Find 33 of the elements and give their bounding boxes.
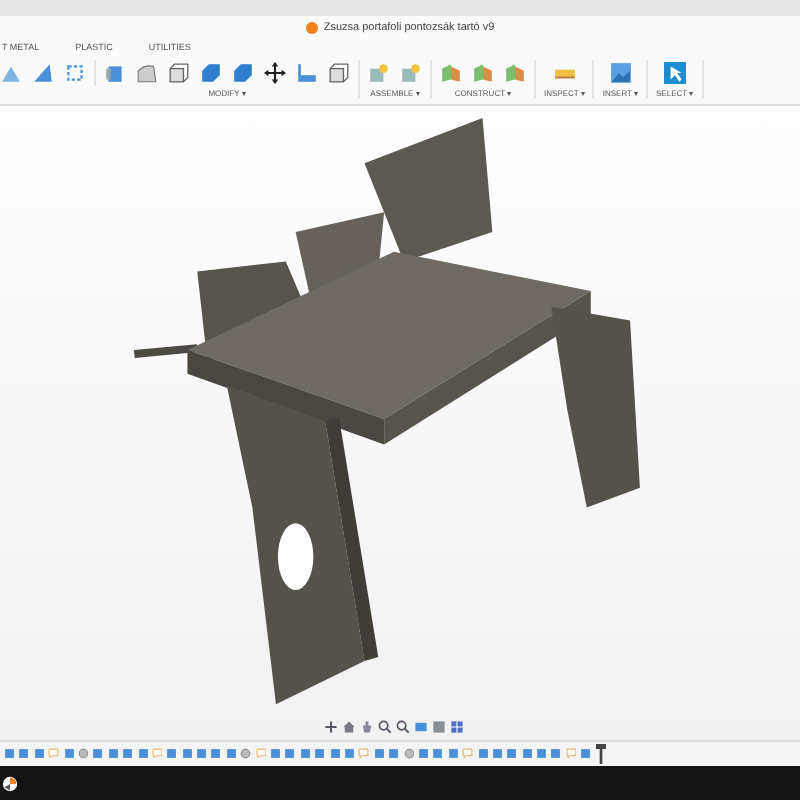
pan-icon[interactable] xyxy=(360,720,374,734)
home-icon[interactable] xyxy=(342,720,356,734)
sheet-icon[interactable] xyxy=(32,62,54,84)
plane-icon[interactable] xyxy=(440,62,462,84)
block-icon[interactable] xyxy=(104,62,126,84)
align-icon[interactable] xyxy=(296,62,318,84)
corner-icon[interactable] xyxy=(64,62,86,84)
zoom-icon[interactable] xyxy=(378,720,392,734)
shell-icon[interactable] xyxy=(136,62,158,84)
sketch-icon[interactable] xyxy=(565,748,577,760)
block-icon[interactable] xyxy=(232,62,254,84)
image-icon[interactable] xyxy=(609,62,632,84)
sheet-icon[interactable] xyxy=(0,62,22,84)
sketch-icon[interactable] xyxy=(48,748,60,760)
viewports-icon[interactable] xyxy=(450,720,464,734)
sketch-icon[interactable] xyxy=(255,748,267,760)
cube-icon[interactable] xyxy=(168,62,190,84)
app-icon[interactable] xyxy=(2,775,18,791)
move-icon[interactable] xyxy=(264,62,286,84)
joint-icon[interactable] xyxy=(400,62,422,84)
document-icon xyxy=(305,21,318,33)
sketch-icon[interactable] xyxy=(462,748,474,760)
plane-icon[interactable] xyxy=(472,62,494,84)
timeline-marker-icon[interactable] xyxy=(595,744,606,764)
sketch-icon[interactable] xyxy=(151,748,163,760)
plane-icon[interactable] xyxy=(504,62,526,84)
block-icon[interactable] xyxy=(200,62,222,84)
search-icon[interactable] xyxy=(396,720,410,734)
select-icon[interactable] xyxy=(663,62,686,84)
sketch-icon[interactable] xyxy=(358,748,370,760)
display-icon[interactable] xyxy=(414,720,428,734)
joint-icon[interactable] xyxy=(368,62,390,84)
cube-icon[interactable] xyxy=(328,62,350,84)
